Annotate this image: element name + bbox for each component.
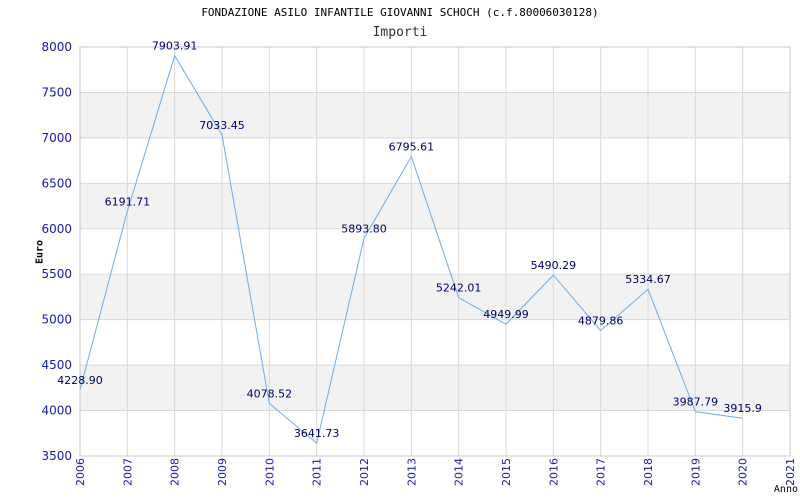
x-tick-label: 2006	[74, 458, 87, 486]
y-tick-label: 6000	[41, 222, 72, 236]
y-tick-label: 7000	[41, 131, 72, 145]
y-tick-label: 5000	[41, 313, 72, 327]
x-tick-label: 2018	[642, 458, 655, 486]
x-tick-label: 2013	[405, 458, 418, 486]
x-tick-label: 2016	[547, 458, 560, 486]
data-label: 4078.52	[247, 387, 293, 400]
x-tick-label: 2007	[121, 458, 134, 486]
data-label: 6795.61	[389, 140, 435, 153]
y-tick-label: 4500	[41, 358, 72, 372]
grid-band	[80, 183, 790, 229]
x-tick-label: 2008	[169, 458, 182, 486]
y-tick-label: 5500	[41, 267, 72, 281]
x-tick-label: 2020	[737, 458, 750, 486]
x-tick-label: 2012	[358, 458, 371, 486]
data-label: 7033.45	[199, 119, 245, 132]
data-label: 5893.80	[341, 222, 387, 235]
grid-band	[80, 92, 790, 138]
data-label: 7903.91	[152, 40, 198, 53]
data-label: 4949.99	[483, 308, 529, 321]
y-tick-label: 4000	[41, 404, 72, 418]
data-label: 4879.86	[578, 315, 624, 328]
line-chart: 3500 4000 4500 5000 5500 6000 6500 7000 7500 8000…	[41, 40, 797, 486]
data-label: 3915.9	[723, 402, 762, 415]
data-label: 5334.67	[625, 273, 671, 286]
x-tick-label: 2010	[263, 458, 276, 486]
y-tick-label: 7500	[41, 85, 72, 99]
data-label: 5490.29	[531, 259, 577, 272]
x-tick-label: 2014	[453, 458, 466, 486]
y-tick-label: 3500	[41, 449, 72, 463]
x-tick-label: 2021	[784, 458, 797, 486]
data-label: 4228.90	[57, 374, 103, 387]
x-tick-label: 2009	[216, 458, 229, 486]
data-label: 5242.01	[436, 282, 482, 295]
y-tick-label: 8000	[41, 40, 72, 54]
x-tick-label: 2011	[311, 458, 324, 486]
data-label: 6191.71	[105, 195, 151, 208]
x-tick-label: 2017	[595, 458, 608, 486]
data-label: 3987.79	[673, 396, 719, 409]
data-label: 3641.73	[294, 427, 340, 440]
x-tick-label: 2015	[500, 458, 513, 486]
y-tick-label: 6500	[41, 176, 72, 190]
x-tick-label: 2019	[689, 458, 702, 486]
